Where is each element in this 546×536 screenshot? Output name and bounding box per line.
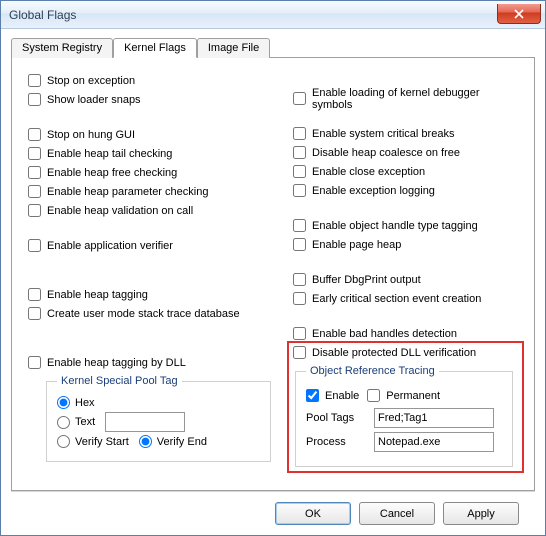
kspt-text-label: Text [75, 416, 95, 428]
load-kernel-dbg-checkbox[interactable] [293, 92, 306, 105]
stop-on-hung-gui-label: Stop on hung GUI [47, 129, 135, 141]
stack-trace-checkbox[interactable] [28, 307, 41, 320]
ort-permanent-checkbox[interactable] [367, 389, 380, 402]
early-crit-label: Early critical section event creation [312, 293, 481, 305]
heap-val-label: Enable heap validation on call [47, 205, 193, 217]
heap-coalesce-label: Disable heap coalesce on free [312, 147, 460, 159]
close-exc-label: Enable close exception [312, 166, 425, 178]
dbgprint-checkbox[interactable] [293, 273, 306, 286]
bad-handles-checkbox[interactable] [293, 327, 306, 340]
heap-free-checkbox[interactable] [28, 166, 41, 179]
kspt-verify-end-option[interactable]: Verify End [139, 435, 207, 448]
heap-param-label: Enable heap parameter checking [47, 186, 208, 198]
app-verifier-checkbox[interactable] [28, 239, 41, 252]
kernel-flags-panel: Stop on exception Show loader snaps Stop… [11, 57, 535, 491]
columns: Stop on exception Show loader snaps Stop… [28, 70, 518, 467]
close-button[interactable] [497, 4, 541, 24]
page-heap-label: Enable page heap [312, 239, 401, 251]
ort-legend: Object Reference Tracing [306, 365, 439, 377]
tab-image-file[interactable]: Image File [197, 38, 270, 58]
dbgprint-label: Buffer DbgPrint output [312, 274, 421, 286]
ort-wrapper: Object Reference Tracing Enable Permanen… [293, 365, 518, 467]
heap-tag-dll-checkbox[interactable] [28, 356, 41, 369]
kspt-verify-start-radio[interactable] [57, 435, 70, 448]
kspt-legend: Kernel Special Pool Tag [57, 375, 182, 387]
stop-on-exception-checkbox[interactable] [28, 74, 41, 87]
close-icon [514, 9, 524, 19]
heap-tail-checkbox[interactable] [28, 147, 41, 160]
left-column: Stop on exception Show loader snaps Stop… [28, 70, 271, 467]
global-flags-window: Global Flags System Registry Kernel Flag… [0, 0, 546, 536]
stop-on-hung-gui-checkbox[interactable] [28, 128, 41, 141]
obj-handle-checkbox[interactable] [293, 219, 306, 232]
protected-dll-label: Disable protected DLL verification [312, 347, 476, 359]
kspt-value-input[interactable] [105, 412, 185, 432]
tab-kernel-flags[interactable]: Kernel Flags [113, 38, 197, 58]
close-exc-checkbox[interactable] [293, 165, 306, 178]
obj-handle-label: Enable object handle type tagging [312, 220, 478, 232]
ort-pool-tags-input[interactable] [374, 408, 494, 428]
early-crit-checkbox[interactable] [293, 292, 306, 305]
button-bar: OK Cancel Apply [11, 491, 535, 525]
ort-enable-checkbox[interactable] [306, 389, 319, 402]
kspt-hex-option[interactable]: Hex [57, 396, 95, 409]
sys-crit-label: Enable system critical breaks [312, 128, 454, 140]
ort-enable-label: Enable [325, 390, 359, 402]
apply-button[interactable]: Apply [443, 502, 519, 525]
ort-process-input[interactable] [374, 432, 494, 452]
kspt-verify-end-label: Verify End [157, 436, 207, 448]
cancel-button[interactable]: Cancel [359, 502, 435, 525]
kspt-verify-end-radio[interactable] [139, 435, 152, 448]
show-loader-snaps-checkbox[interactable] [28, 93, 41, 106]
titlebar: Global Flags [1, 1, 545, 29]
client-area: System Registry Kernel Flags Image File … [1, 29, 545, 535]
exc-logging-label: Enable exception logging [312, 185, 435, 197]
bad-handles-label: Enable bad handles detection [312, 328, 457, 340]
window-title: Global Flags [9, 8, 76, 22]
right-column: Enable loading of kernel debugger symbol… [293, 70, 518, 467]
tabs-header: System Registry Kernel Flags Image File [11, 38, 535, 58]
load-kernel-dbg-label: Enable loading of kernel debugger symbol… [312, 87, 518, 111]
heap-free-label: Enable heap free checking [47, 167, 177, 179]
app-verifier-label: Enable application verifier [47, 240, 173, 252]
kspt-verify-start-label: Verify Start [75, 436, 129, 448]
kernel-special-pool-tag-group: Kernel Special Pool Tag Hex Text Verify … [46, 375, 271, 462]
heap-tagging-label: Enable heap tagging [47, 289, 148, 301]
ort-process-label: Process [306, 436, 366, 448]
heap-val-checkbox[interactable] [28, 204, 41, 217]
heap-tag-dll-label: Enable heap tagging by DLL [47, 357, 186, 369]
stack-trace-label: Create user mode stack trace database [47, 308, 240, 320]
kspt-hex-radio[interactable] [57, 396, 70, 409]
protected-dll-checkbox[interactable] [293, 346, 306, 359]
kspt-text-option[interactable]: Text [57, 416, 95, 429]
page-heap-checkbox[interactable] [293, 238, 306, 251]
ort-permanent-label: Permanent [386, 390, 440, 402]
heap-tagging-checkbox[interactable] [28, 288, 41, 301]
heap-param-checkbox[interactable] [28, 185, 41, 198]
ort-pool-tags-label: Pool Tags [306, 412, 366, 424]
kspt-hex-label: Hex [75, 397, 95, 409]
tab-system-registry[interactable]: System Registry [11, 38, 113, 58]
sys-crit-checkbox[interactable] [293, 127, 306, 140]
object-reference-tracing-group: Object Reference Tracing Enable Permanen… [295, 365, 513, 467]
ok-button[interactable]: OK [275, 502, 351, 525]
window-buttons [497, 5, 541, 24]
heap-coalesce-checkbox[interactable] [293, 146, 306, 159]
kspt-text-radio[interactable] [57, 416, 70, 429]
kspt-verify-start-option[interactable]: Verify Start [57, 435, 129, 448]
heap-tail-label: Enable heap tail checking [47, 148, 172, 160]
exc-logging-checkbox[interactable] [293, 184, 306, 197]
show-loader-snaps-label: Show loader snaps [47, 94, 141, 106]
stop-on-exception-label: Stop on exception [47, 75, 135, 87]
